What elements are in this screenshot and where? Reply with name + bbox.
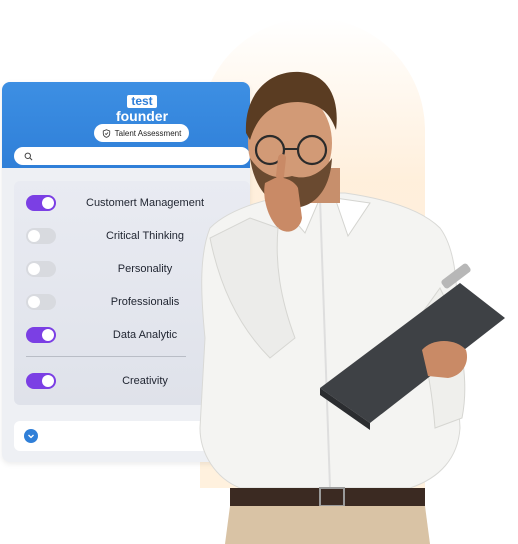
person-with-clipboard-image bbox=[199, 71, 505, 544]
logo-top-text: test bbox=[127, 95, 157, 108]
skill-toggle[interactable] bbox=[26, 261, 56, 277]
logo-bottom-text: founder bbox=[115, 108, 169, 124]
skill-toggle[interactable] bbox=[26, 373, 56, 389]
chevron-down-icon[interactable] bbox=[24, 429, 38, 443]
brand-logo: test founder bbox=[114, 92, 170, 124]
search-icon bbox=[24, 152, 33, 160]
skill-toggle[interactable] bbox=[26, 327, 56, 343]
list-divider bbox=[26, 356, 186, 357]
skill-toggle[interactable] bbox=[26, 228, 56, 244]
shield-check-icon bbox=[102, 128, 110, 138]
skill-toggle[interactable] bbox=[26, 195, 56, 211]
skill-toggle[interactable] bbox=[26, 294, 56, 310]
